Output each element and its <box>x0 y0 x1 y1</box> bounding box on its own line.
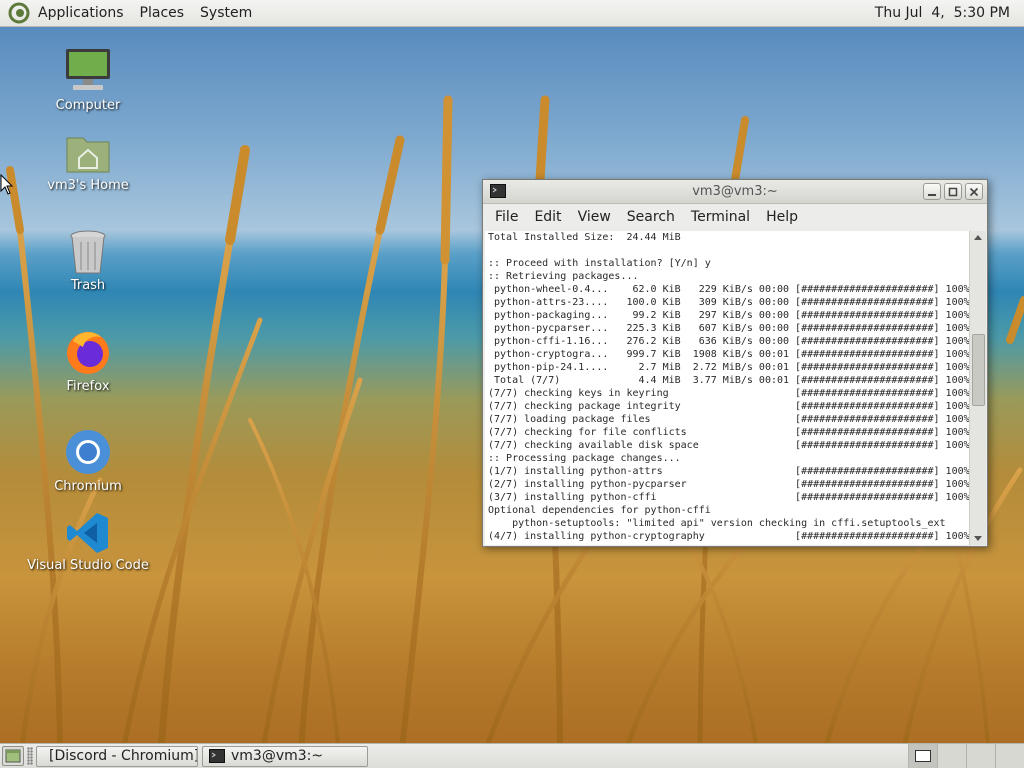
desktop-icon-label: Trash <box>70 278 106 293</box>
desktop-icon-chromium[interactable]: Chromium <box>23 427 153 494</box>
desktop-icon-trash[interactable]: Trash <box>23 228 153 293</box>
workspace-2[interactable] <box>937 744 966 768</box>
scroll-up-icon[interactable] <box>974 235 982 240</box>
terminal-line: (2/7) installing python-pycparser [#####… <box>488 479 969 490</box>
desktop-icon-vscode[interactable]: Visual Studio Code <box>23 510 153 573</box>
desktop-icon-label: Visual Studio Code <box>27 558 149 573</box>
workspace-1[interactable] <box>908 744 937 768</box>
terminal-line: (7/7) checking for file conflicts [#####… <box>488 427 969 438</box>
terminal-menubar: File Edit View Search Terminal Help <box>483 204 987 230</box>
terminal-line: python-wheel-0.4... 62.0 KiB 229 KiB/s 0… <box>488 284 969 295</box>
clock[interactable]: Thu Jul 4, 5:30 PM <box>875 5 1024 21</box>
vscode-icon <box>67 513 108 553</box>
terminal-line: (7/7) loading package files [###########… <box>488 414 969 425</box>
workspace-3[interactable] <box>966 744 995 768</box>
terminal-line: python-cryptogra... 999.7 KiB 1908 KiB/s… <box>488 349 969 360</box>
menu-system[interactable]: System <box>192 0 260 26</box>
terminal-line: :: Retrieving packages... <box>488 271 639 282</box>
taskbar-item-label: [Discord - Chromium] <box>49 748 198 764</box>
terminal-line: (1/7) installing python-attrs [#########… <box>488 466 969 477</box>
maximize-button[interactable] <box>944 183 962 200</box>
menu-terminal[interactable]: Terminal <box>683 209 758 225</box>
terminal-line: :: Processing package changes... <box>488 453 681 464</box>
terminal-icon <box>209 749 225 763</box>
menu-edit[interactable]: Edit <box>526 209 569 225</box>
desktop-icon-label: Computer <box>55 98 121 113</box>
workspace-switcher <box>908 744 1024 768</box>
menu-applications[interactable]: Applications <box>30 0 132 26</box>
terminal-line: Total (7/7) 4.4 MiB 3.77 MiB/s 00:01 [##… <box>488 375 969 386</box>
menu-search[interactable]: Search <box>619 209 683 225</box>
menu-places[interactable]: Places <box>132 0 193 26</box>
top-menu: Applications Places System <box>0 0 260 26</box>
desktop-icon-firefox[interactable]: Firefox <box>23 327 153 394</box>
desktop-icon-label: Firefox <box>66 379 110 394</box>
terminal-line: (3/7) installing python-cffi [##########… <box>488 492 969 503</box>
menu-view[interactable]: View <box>570 209 619 225</box>
terminal-output[interactable]: Total Installed Size: 24.44 MiB:: Procee… <box>485 231 969 545</box>
scroll-down-icon[interactable] <box>974 536 982 541</box>
terminal-icon <box>490 184 506 198</box>
terminal-line: python-cffi-1.16... 276.2 KiB 636 KiB/s … <box>488 336 969 347</box>
minimize-button[interactable] <box>923 183 941 200</box>
trash-icon <box>70 230 106 274</box>
terminal-line: :: Proceed with installation? [Y/n] y <box>488 258 711 269</box>
bottom-panel: [Discord - Chromium] vm3@vm3:~ <box>0 743 1024 768</box>
terminal-line: python-pycparser... 225.3 KiB 607 KiB/s … <box>488 323 969 334</box>
top-panel: Applications Places System Thu Jul 4, 5:… <box>0 0 1024 27</box>
chromium-icon <box>66 430 110 474</box>
scrollbar-thumb[interactable] <box>972 334 985 406</box>
terminal-line: (7/7) checking keys in keyring [########… <box>488 388 969 399</box>
taskbar-item-chromium[interactable]: [Discord - Chromium] <box>36 745 198 767</box>
terminal-line: python-pip-24.1.... 2.7 MiB 2.72 MiB/s 0… <box>488 362 969 373</box>
desktop-icon-label: vm3's Home <box>47 178 129 193</box>
show-desktop-icon <box>5 749 21 763</box>
window-title: vm3@vm3:~ <box>692 184 778 199</box>
home-folder-icon <box>66 137 110 173</box>
window-titlebar[interactable]: vm3@vm3:~ <box>483 180 987 204</box>
close-icon <box>969 187 979 196</box>
minimize-icon <box>928 193 936 196</box>
firefox-icon <box>67 332 109 374</box>
menu-help[interactable]: Help <box>758 209 806 225</box>
maximize-icon <box>948 187 958 196</box>
panel-handle[interactable] <box>27 747 33 765</box>
desktop-icon-computer[interactable]: Computer <box>23 46 153 113</box>
show-desktop-button[interactable] <box>2 746 24 766</box>
terminal-line: (7/7) checking package integrity [######… <box>488 401 969 412</box>
terminal-line: python-attrs-23.... 100.0 KiB 309 KiB/s … <box>488 297 969 308</box>
terminal-line: Total Installed Size: 24.44 MiB <box>488 232 681 243</box>
mouse-cursor-icon <box>0 174 14 195</box>
terminal-line: python-packaging... 99.2 KiB 297 KiB/s 0… <box>488 310 969 321</box>
window-thumbnail-icon <box>915 750 931 762</box>
close-button[interactable] <box>965 183 983 200</box>
distro-logo-icon[interactable] <box>8 2 30 24</box>
menu-file[interactable]: File <box>487 209 526 225</box>
taskbar-item-terminal[interactable]: vm3@vm3:~ <box>202 745 368 767</box>
terminal-line: (4/7) installing python-cryptography [##… <box>488 531 969 542</box>
terminal-scrollbar[interactable] <box>969 231 986 545</box>
terminal-line: Optional dependencies for python-cffi <box>488 505 711 516</box>
terminal-window[interactable]: vm3@vm3:~ File Edit View Search Terminal… <box>482 179 988 547</box>
taskbar-item-label: vm3@vm3:~ <box>231 748 324 764</box>
desktop-icon-home[interactable]: vm3's Home <box>23 128 153 193</box>
terminal-line: python-setuptools: "limited api" version… <box>488 518 946 529</box>
desktop-icon-label: Chromium <box>54 479 122 494</box>
workspace-4[interactable] <box>995 744 1024 768</box>
terminal-line: (7/7) checking available disk space [###… <box>488 440 969 451</box>
computer-icon <box>66 49 110 90</box>
